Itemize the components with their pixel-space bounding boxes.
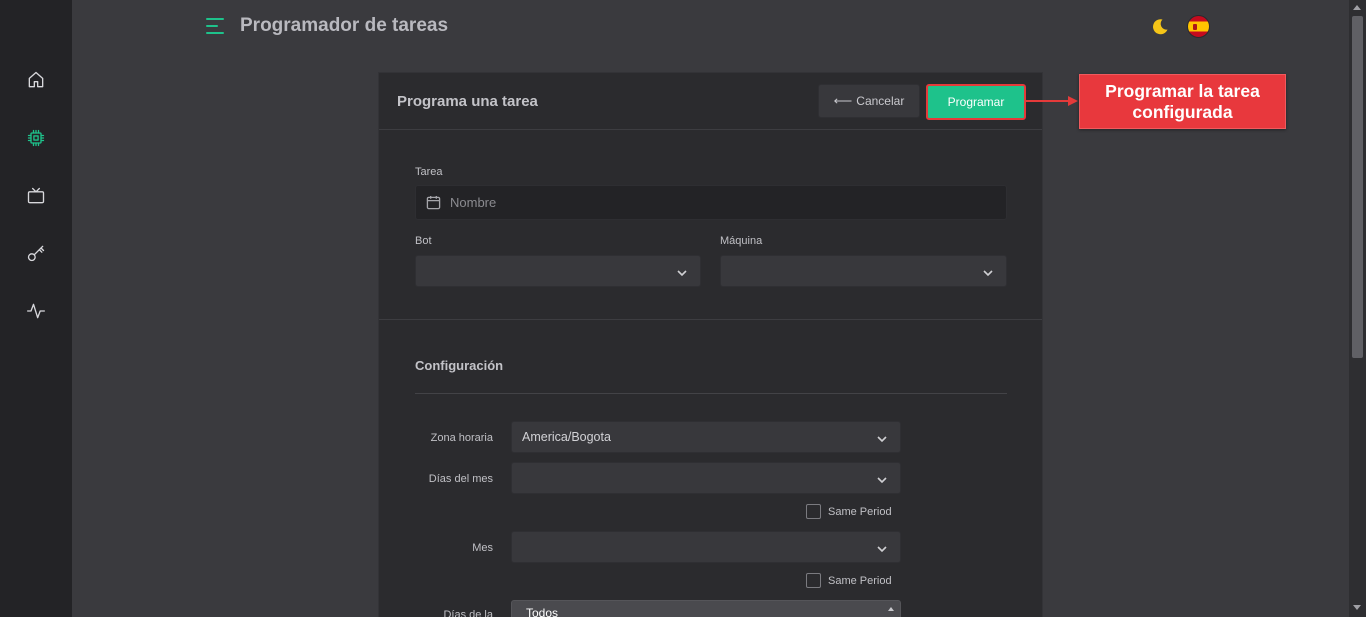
calendar-icon <box>426 195 441 210</box>
timezone-label: Zona horaria <box>430 432 493 444</box>
days-of-month-same-period[interactable]: Same Period <box>806 504 892 519</box>
scroll-up-icon[interactable] <box>888 607 894 611</box>
annotation-line <box>1026 100 1072 102</box>
days-of-month-label: Días del mes <box>428 473 493 485</box>
same-period-label: Same Period <box>828 574 892 587</box>
annotation-callout: Programar la tarea configurada <box>1079 74 1286 129</box>
machine-select[interactable] <box>720 255 1007 287</box>
sidebar <box>0 0 72 617</box>
spain-flag-icon[interactable] <box>1187 15 1210 38</box>
cpu-icon <box>27 129 45 147</box>
page-scrollbar[interactable] <box>1349 0 1366 617</box>
list-item[interactable]: Todos <box>526 606 558 617</box>
tv-icon <box>27 187 45 204</box>
same-period-checkbox[interactable] <box>806 573 821 588</box>
key-icon <box>27 245 45 262</box>
config-title: Configuración <box>415 358 504 373</box>
scroll-thumb[interactable] <box>1352 16 1363 358</box>
bot-label: Bot <box>415 235 432 247</box>
month-same-period[interactable]: Same Period <box>806 573 892 588</box>
scroll-up-arrow-icon[interactable] <box>1353 5 1361 10</box>
timezone-select-value: America/Bogota <box>522 430 611 444</box>
sidebar-item-home[interactable] <box>22 66 50 94</box>
annotation-arrow-icon <box>1068 96 1078 106</box>
days-of-week-label: Días de la <box>443 609 493 617</box>
days-of-week-listbox[interactable]: Todos <box>511 600 901 617</box>
scroll-down-arrow-icon[interactable] <box>1353 605 1361 610</box>
card-header: Programa una tarea ⟵ Cancelar Programar <box>379 73 1042 130</box>
cancel-button-label: Cancelar <box>856 94 905 108</box>
page-title: Programador de tareas <box>240 15 449 36</box>
timezone-select[interactable]: America/Bogota <box>511 421 901 453</box>
chevron-down-icon <box>876 542 888 554</box>
task-name-field[interactable] <box>415 185 1007 220</box>
task-section: Tarea Bot Máquina <box>379 130 1042 320</box>
arrow-left-icon: ⟵ <box>833 93 853 108</box>
sidebar-item-processor[interactable] <box>22 124 50 152</box>
chevron-down-icon <box>876 473 888 485</box>
same-period-checkbox[interactable] <box>806 504 821 519</box>
sidebar-item-activity[interactable] <box>22 297 50 325</box>
moon-icon[interactable] <box>1150 17 1170 37</box>
activity-icon <box>27 303 45 319</box>
bot-select[interactable] <box>415 255 701 287</box>
card-title: Programa una tarea <box>397 93 538 110</box>
program-button[interactable]: Programar <box>926 84 1026 120</box>
month-select[interactable] <box>511 531 901 563</box>
sidebar-item-keys[interactable] <box>22 239 50 267</box>
chevron-down-icon <box>982 266 994 278</box>
divider <box>415 393 1007 394</box>
hamburger-menu-icon[interactable] <box>206 16 228 36</box>
chevron-down-icon <box>876 432 888 444</box>
task-name-input[interactable] <box>450 186 1000 219</box>
days-of-month-select[interactable] <box>511 462 901 494</box>
machine-label: Máquina <box>720 235 763 247</box>
home-icon <box>28 71 44 88</box>
chevron-down-icon <box>676 266 688 278</box>
month-label: Mes <box>472 542 493 554</box>
same-period-label: Same Period <box>828 505 892 518</box>
task-label: Tarea <box>415 166 443 178</box>
cancel-button[interactable]: ⟵ Cancelar <box>818 84 920 118</box>
schedule-task-card: Programa una tarea ⟵ Cancelar Programar … <box>378 72 1043 617</box>
sidebar-item-tv[interactable] <box>22 182 50 210</box>
